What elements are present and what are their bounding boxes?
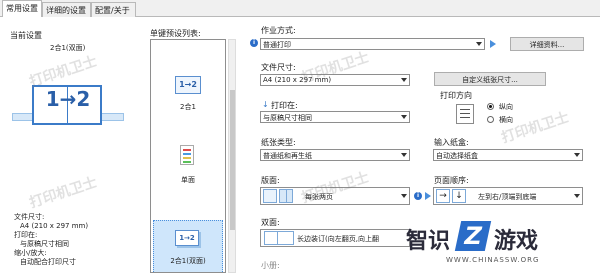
layout-label: 版面: — [261, 176, 280, 185]
watermark-text: 打印机卫士 — [27, 174, 100, 212]
details-button[interactable]: 详细资料... — [510, 37, 584, 51]
tab-common-settings[interactable]: 常用设置 — [2, 0, 42, 18]
brand-logo: 智识 Z 游戏 WWW.CHINASSW.ORG — [406, 221, 596, 271]
layout-preview-text: 1→2 — [45, 87, 91, 111]
info-line: 自动配合打印尺寸 — [20, 258, 76, 266]
custom-paper-size-button[interactable]: 自定义纸张尺寸... — [434, 72, 546, 86]
watermark-text: 打印机卫士 — [499, 109, 572, 147]
booklet-label: 小册: — [261, 261, 280, 270]
info-line: 缩小/放大: — [14, 249, 47, 257]
job-type-select[interactable]: 普通打印 — [260, 38, 485, 50]
print-on-label: 打印在: — [271, 101, 298, 110]
portrait-page-icon — [456, 104, 474, 124]
paper-type-label: 纸张类型: — [261, 138, 296, 147]
page-order-value: 左到右/顶端到底端 — [478, 193, 537, 201]
preset-2in1-icon: 1→2 — [175, 76, 201, 94]
info-line: 文件尺寸: — [14, 213, 45, 221]
tab-detailed-settings[interactable]: 详细的设置 — [42, 2, 91, 17]
job-type-value: 普通打印 — [263, 41, 291, 49]
page-order-label: 页面顺序: — [434, 176, 469, 185]
portrait-label: 纵向 — [499, 103, 513, 111]
play-arrow-icon — [490, 40, 496, 48]
scrollbar-thumb[interactable] — [230, 90, 235, 230]
preset-list-scrollbar[interactable] — [228, 39, 236, 273]
info-line: A4 (210 x 297 mm) — [20, 222, 89, 230]
tab-config-about[interactable]: 配置/关于 — [91, 2, 136, 17]
single-page-icon — [263, 189, 277, 203]
preset-list-label: 单键预设列表: — [150, 29, 201, 38]
info-icon[interactable]: i — [414, 192, 422, 200]
document-icon — [180, 145, 194, 165]
preset-caption: 2合1(双面) — [170, 257, 206, 265]
play-arrow-icon — [425, 192, 431, 200]
preset-caption: 单面 — [181, 176, 195, 184]
print-on-value: 与原稿尺寸相同 — [263, 114, 312, 122]
paper-type-select[interactable]: 普通纸和再生纸 — [260, 149, 410, 161]
brand-text-a: 智识 — [406, 229, 451, 254]
landscape-radio[interactable] — [487, 116, 494, 123]
brand-text-b: 游戏 — [494, 229, 539, 254]
current-settings-info: 文件尺寸: A4 (210 x 297 mm) 打印在: 与原稿尺寸相同 缩小/… — [14, 213, 88, 267]
tab-bar: 常用设置 详细的设置 配置/关于 — [0, 0, 600, 18]
current-settings-name: 2合1(双面) — [50, 44, 86, 52]
input-tray-value: 自动选择纸盒 — [436, 152, 478, 160]
info-line: 打印在: — [14, 231, 38, 239]
preset-list[interactable]: 1→2 2合1 单面 1→2 2合1(双面) — [150, 39, 226, 273]
orientation-label: 打印方向 — [440, 91, 472, 100]
preset-2in1-duplex-icon: 1→2 — [175, 230, 199, 246]
portrait-radio[interactable] — [487, 103, 494, 110]
paper-type-value: 普通纸和再生纸 — [263, 152, 312, 160]
brand-url: WWW.CHINASSW.ORG — [446, 256, 540, 264]
input-tray-label: 输入纸盒: — [434, 138, 469, 147]
job-type-label: 作业方式: — [261, 26, 296, 35]
duplex-label: 双面: — [261, 218, 280, 227]
duplex-long-edge-icon — [264, 231, 294, 245]
print-on-select[interactable]: 与原稿尺寸相同 — [260, 111, 410, 123]
info-icon[interactable]: i — [250, 39, 258, 47]
layout-preview-diagram: 1→2 — [12, 83, 124, 129]
down-arrow-icon: ↓ — [452, 189, 466, 203]
arrow-down-icon: ↓ — [262, 100, 269, 109]
duplex-value: 长边装订(向左翻页,向上翻 — [297, 235, 379, 243]
brand-z-icon: Z — [454, 221, 492, 251]
two-pages-icon — [279, 189, 293, 203]
right-arrow-icon: → — [436, 189, 450, 203]
current-settings-label: 当前设置 — [10, 31, 42, 40]
preset-caption: 2合1 — [180, 103, 196, 111]
settings-panel: 当前设置 2合1(双面) 1→2 文件尺寸: A4 (210 x 297 mm)… — [0, 17, 600, 273]
paper-size-label: 文件尺寸: — [261, 63, 296, 72]
info-line: 与原稿尺寸相同 — [20, 240, 69, 248]
input-tray-select[interactable]: 自动选择纸盒 — [433, 149, 583, 161]
